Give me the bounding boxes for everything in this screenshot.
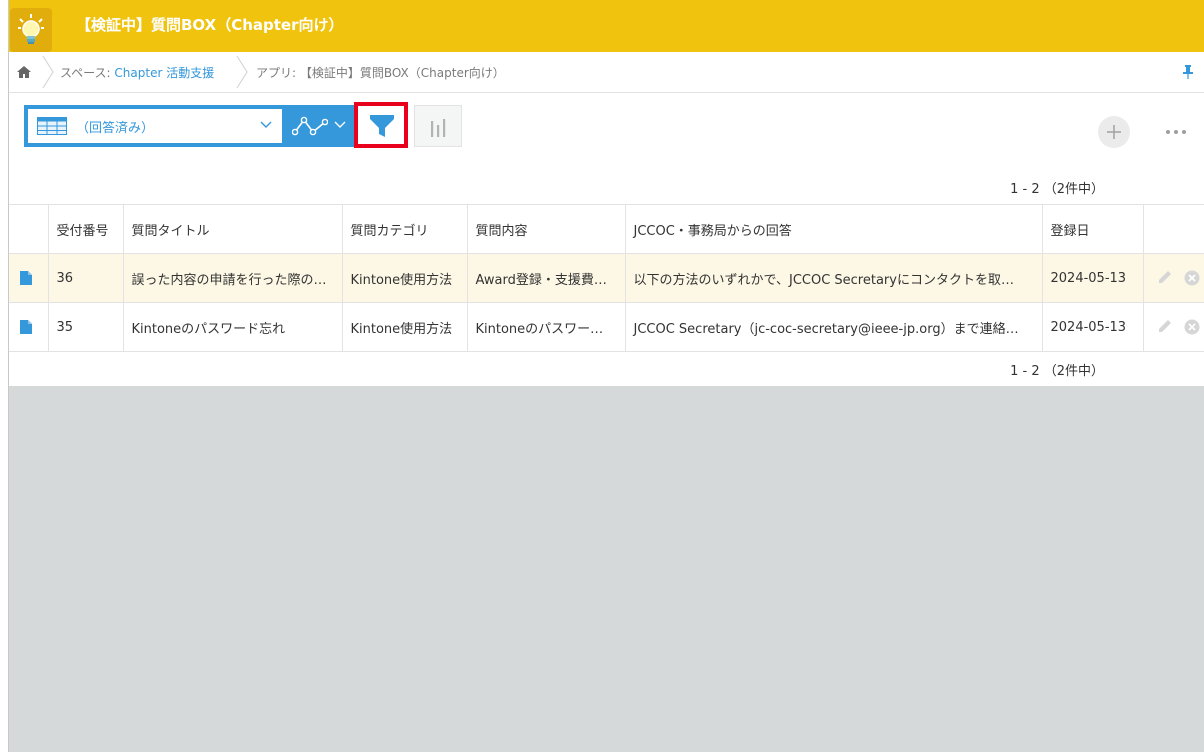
- app-title: 【検証中】質問BOX（Chapter向け）: [76, 16, 344, 34]
- breadcrumb: スペース: Chapter 活動支援 アプリ: 【検証中】質問BOX（Chapt…: [8, 52, 1204, 93]
- filter-button[interactable]: [354, 102, 408, 148]
- document-icon: [20, 271, 32, 285]
- column-header-number[interactable]: 受付番号: [48, 204, 124, 254]
- column-header-actions: [1143, 204, 1204, 254]
- chevron-right-icon: [236, 55, 248, 89]
- column-header-content[interactable]: 質問内容: [467, 204, 626, 254]
- app-content: スペース: Chapter 活動支援 アプリ: 【検証中】質問BOX（Chapt…: [8, 52, 1204, 386]
- view-selector-group: （回答済み）: [24, 105, 354, 147]
- breadcrumb-space-prefix: スペース:: [60, 66, 115, 80]
- column-header-icon: [8, 204, 49, 254]
- cell-date: 2024-05-13: [1042, 302, 1144, 352]
- dot-icon: [1174, 130, 1178, 134]
- pager-top: 1 - 2 （2件中）: [1010, 182, 1104, 197]
- filter-icon: [370, 115, 394, 137]
- chevron-down-icon: [260, 121, 272, 128]
- record-detail-link[interactable]: [8, 253, 49, 303]
- graph-select-button[interactable]: [286, 109, 354, 143]
- cell-actions: [1143, 302, 1204, 352]
- cell-actions: [1143, 253, 1204, 303]
- view-name: （回答済み）: [76, 121, 155, 136]
- table-header-row: 受付番号 質問タイトル 質問カテゴリ 質問内容 JCCOC・事務局からの回答 登…: [8, 204, 1204, 254]
- pencil-icon[interactable]: [1158, 319, 1172, 333]
- graph-icon: [292, 116, 328, 136]
- dot-icon: [1166, 130, 1170, 134]
- cell-number: 36: [48, 253, 124, 303]
- cell-number: 35: [48, 302, 124, 352]
- dot-icon: [1182, 130, 1186, 134]
- table-view-icon: [37, 117, 67, 135]
- cell-title: Kintoneのパスワード忘れ: [123, 302, 343, 352]
- document-icon: [20, 320, 32, 334]
- cell-category: Kintone使用方法: [342, 302, 468, 352]
- pin-icon[interactable]: [1182, 64, 1194, 80]
- column-header-answer[interactable]: JCCOC・事務局からの回答: [625, 204, 1043, 254]
- delete-icon[interactable]: [1184, 319, 1200, 335]
- lightbulb-icon: [10, 8, 52, 52]
- cell-title: 誤った内容の申請を行った際の…: [123, 253, 343, 303]
- chart-icon: [431, 119, 446, 137]
- record-detail-link[interactable]: [8, 302, 49, 352]
- chart-button[interactable]: [414, 105, 462, 147]
- add-record-button[interactable]: [1098, 116, 1130, 148]
- home-icon[interactable]: [16, 64, 32, 80]
- cell-answer: 以下の方法のいずれかで、JCCOC Secretaryにコンタクトを取…: [625, 253, 1043, 303]
- column-header-category[interactable]: 質問カテゴリ: [342, 204, 468, 254]
- plus-icon: [1107, 125, 1121, 139]
- pager-bottom: 1 - 2 （2件中）: [1010, 364, 1104, 379]
- table-row[interactable]: 35 Kintoneのパスワード忘れ Kintone使用方法 Kintoneのパ…: [8, 302, 1204, 352]
- cell-content: Award登録・支援費…: [467, 253, 626, 303]
- column-header-title[interactable]: 質問タイトル: [123, 204, 343, 254]
- record-list-table: 受付番号 質問タイトル 質問カテゴリ 質問内容 JCCOC・事務局からの回答 登…: [8, 204, 1204, 352]
- chevron-right-icon: [42, 55, 54, 89]
- breadcrumb-space-link[interactable]: Chapter 活動支援: [114, 66, 214, 80]
- app-header: 【検証中】質問BOX（Chapter向け）: [0, 0, 1204, 52]
- cell-content: Kintoneのパスワー…: [467, 302, 626, 352]
- table-row[interactable]: 36 誤った内容の申請を行った際の… Kintone使用方法 Award登録・支…: [8, 253, 1204, 303]
- more-options-button[interactable]: [1166, 128, 1190, 136]
- pencil-icon[interactable]: [1158, 270, 1172, 284]
- breadcrumb-app: アプリ: 【検証中】質問BOX（Chapter向け）: [256, 66, 505, 80]
- column-header-date[interactable]: 登録日: [1042, 204, 1144, 254]
- breadcrumb-space[interactable]: スペース: Chapter 活動支援: [60, 64, 214, 81]
- cell-date: 2024-05-13: [1042, 253, 1144, 303]
- delete-icon[interactable]: [1184, 270, 1200, 286]
- chevron-down-icon: [334, 121, 346, 128]
- cell-category: Kintone使用方法: [342, 253, 468, 303]
- window-frame-left: [0, 0, 9, 752]
- view-select-dropdown[interactable]: （回答済み）: [28, 109, 282, 143]
- toolbar: （回答済み）: [8, 92, 1204, 172]
- cell-answer: JCCOC Secretary（jc-coc-secretary@ieee-jp…: [625, 302, 1043, 352]
